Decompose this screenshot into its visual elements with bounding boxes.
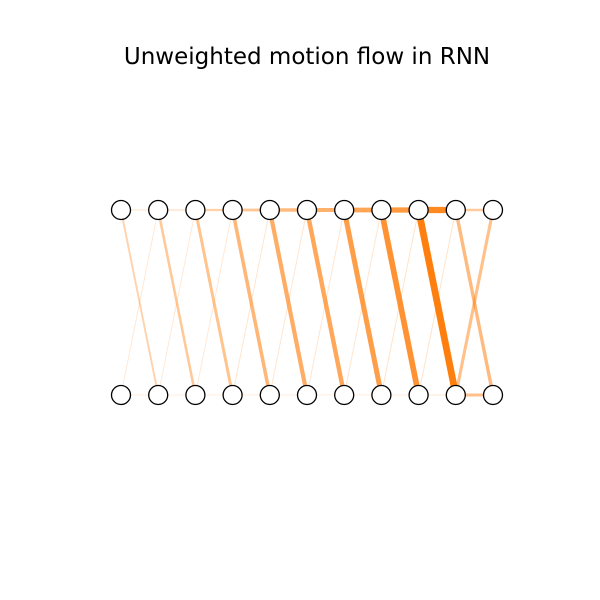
- node-bottom-4: [259, 384, 280, 406]
- node-bottom-1: [148, 384, 169, 406]
- node-top-1: [148, 199, 169, 221]
- node-bottom-3: [222, 384, 243, 406]
- node-bottom-8: [408, 384, 429, 406]
- edges-layer: [120, 206, 495, 397]
- node-top-2: [185, 199, 206, 221]
- node-top-6: [334, 199, 355, 221]
- node-top-10: [482, 199, 504, 221]
- node-bottom-0: [110, 384, 132, 406]
- diagram-title: Unweighted motion flow in RNN: [124, 44, 490, 70]
- nodes-layer: [110, 199, 504, 406]
- node-top-4: [259, 199, 280, 221]
- node-top-3: [222, 199, 243, 221]
- node-top-0: [110, 199, 132, 221]
- node-bottom-2: [185, 384, 206, 406]
- node-bottom-7: [371, 384, 392, 406]
- node-bottom-9: [445, 384, 466, 406]
- motion-flow-diagram: Unweighted motion flow in RNN: [110, 44, 504, 406]
- node-bottom-5: [296, 384, 318, 406]
- node-bottom-6: [334, 384, 355, 406]
- node-bottom-10: [482, 384, 504, 406]
- node-top-9: [445, 199, 466, 221]
- node-top-7: [371, 199, 392, 221]
- node-top-5: [296, 199, 318, 221]
- node-top-8: [408, 199, 429, 221]
